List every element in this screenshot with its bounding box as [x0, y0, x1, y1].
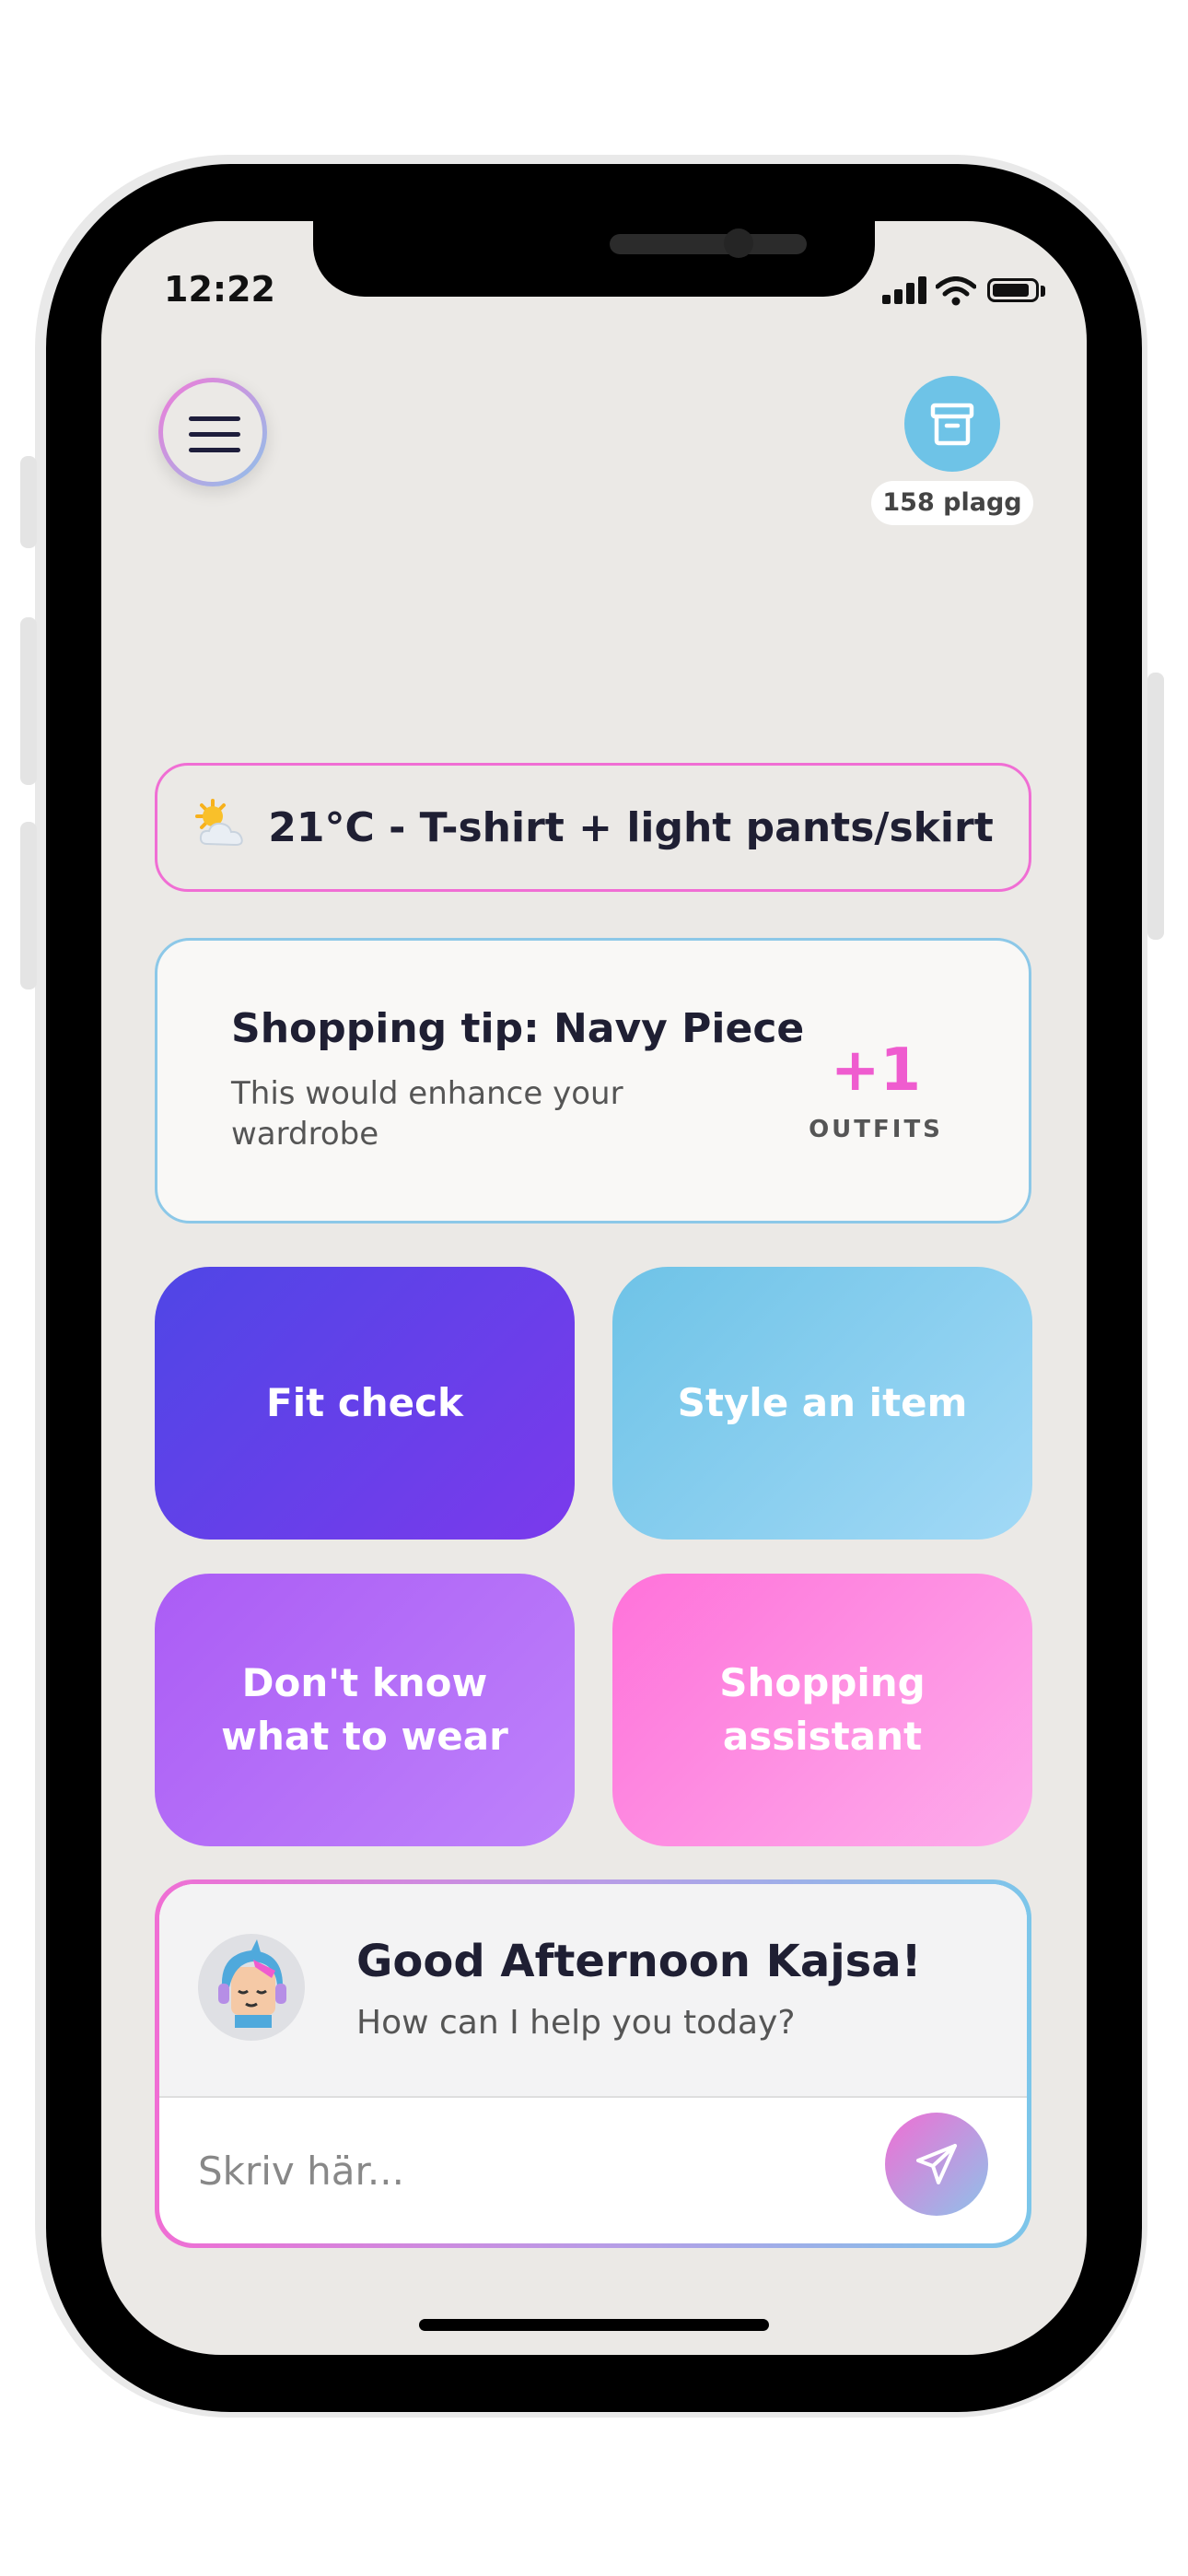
shopping-tip-card[interactable]: Shopping tip: Navy Piece This would enha…	[155, 938, 1031, 1224]
app-screen: 12:22 158 plagg 21°C - T-shirt + light p…	[101, 221, 1087, 2355]
send-button[interactable]	[885, 2113, 988, 2216]
volume-down-button	[20, 822, 37, 989]
battery-cap	[1041, 286, 1045, 297]
status-icons	[882, 276, 1057, 306]
volume-up-button	[20, 617, 37, 785]
archive-box-icon	[930, 403, 974, 446]
tip-outfit-count: +1	[830, 1036, 922, 1105]
notch	[313, 221, 875, 297]
home-indicator[interactable]	[419, 2319, 769, 2331]
style-an-item-button[interactable]: Style an item	[612, 1267, 1032, 1540]
chat-greeting: Good Afternoon Kajsa!	[356, 1936, 922, 1987]
power-button	[1147, 673, 1164, 940]
battery-icon	[987, 278, 1039, 302]
wardrobe-count-badge: 158 plagg	[871, 481, 1033, 525]
tip-title: Shopping tip: Navy Piece	[231, 1005, 805, 1052]
assistant-avatar-icon	[218, 1939, 286, 2028]
tip-count-label: OUTFITS	[809, 1116, 943, 1143]
chat-message-input[interactable]	[196, 2122, 826, 2219]
assistant-avatar	[198, 1934, 305, 2041]
dont-know-what-to-wear-button[interactable]: Don't know what to wear	[155, 1574, 575, 1846]
chat-header: Good Afternoon Kajsa! How can I help you…	[159, 1884, 1027, 2098]
status-time: 12:22	[164, 269, 275, 310]
shopping-assistant-button[interactable]: Shopping assistant	[612, 1574, 1032, 1846]
front-camera	[724, 228, 753, 258]
action-side-button	[20, 456, 37, 548]
hamburger-menu-icon	[189, 416, 240, 453]
sun-behind-cloud-icon	[195, 799, 244, 847]
chat-subtitle: How can I help you today?	[356, 2004, 796, 2042]
chat-card: Good Afternoon Kajsa! How can I help you…	[155, 1879, 1031, 2248]
tip-description: This would enhance your wardrobe	[231, 1075, 623, 1153]
fit-check-button[interactable]: Fit check	[155, 1267, 575, 1540]
wardrobe-button[interactable]	[904, 376, 1000, 472]
wifi-icon	[936, 276, 976, 306]
weather-banner: 21°C - T-shirt + light pants/skirt	[155, 763, 1031, 892]
send-icon	[916, 2144, 957, 2184]
weather-text: 21°C - T-shirt + light pants/skirt	[268, 803, 994, 851]
speaker	[610, 234, 807, 254]
cellular-signal-icon	[882, 276, 928, 304]
menu-button[interactable]	[158, 378, 267, 486]
